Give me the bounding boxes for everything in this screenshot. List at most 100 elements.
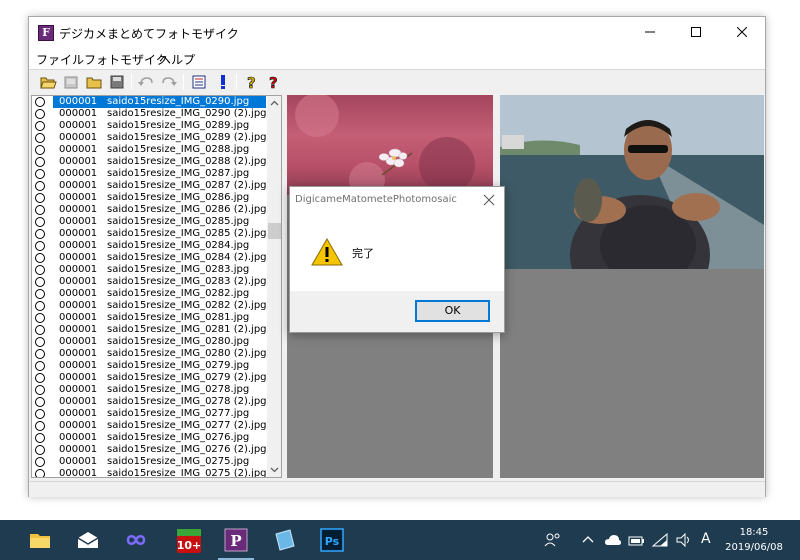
taskbar-infinity-app[interactable] [114, 520, 158, 560]
file-list-scrollbar[interactable] [267, 96, 281, 477]
cloud-icon[interactable] [604, 532, 622, 548]
file-list-item[interactable]: 000001 saido15resize_IMG_0288 (2).jpg [32, 156, 267, 168]
radio-circle-icon[interactable] [35, 265, 45, 275]
help-button[interactable]: ? [243, 73, 261, 91]
radio-circle-icon[interactable] [35, 397, 45, 407]
file-list-item[interactable]: 000001 saido15resize_IMG_0290.jpg [32, 96, 266, 108]
file-list-item[interactable]: 000001 saido15resize_IMG_0288.jpg [32, 144, 266, 156]
taskbar-photomosaic-app[interactable]: P [214, 520, 258, 560]
file-list-item[interactable]: 000001 saido15resize_IMG_0278.jpg [32, 384, 266, 396]
minimize-button[interactable] [627, 17, 673, 47]
radio-circle-icon[interactable] [35, 193, 45, 203]
radio-circle-icon[interactable] [35, 217, 45, 227]
radio-circle-icon[interactable] [35, 289, 45, 299]
taskbar-photoshop[interactable]: Ps [310, 520, 354, 560]
file-list-item[interactable]: 000001 saido15resize_IMG_0289 (2).jpg [32, 132, 267, 144]
radio-circle-icon[interactable] [35, 157, 45, 167]
clock[interactable]: 18:45 2019/06/08 [716, 525, 792, 555]
radio-circle-icon[interactable] [35, 361, 45, 371]
file-list-item[interactable]: 000001 saido15resize_IMG_0283.jpg [32, 264, 266, 276]
radio-circle-icon[interactable] [35, 229, 45, 239]
redo-button[interactable] [160, 73, 178, 91]
file-list-item[interactable]: 000001 saido15resize_IMG_0280 (2).jpg [32, 348, 267, 360]
file-list-item[interactable]: 000001 saido15resize_IMG_0275.jpg [32, 456, 266, 468]
radio-circle-icon[interactable] [35, 313, 45, 323]
file-list-item[interactable]: 000001 saido15resize_IMG_0276.jpg [32, 432, 266, 444]
file-list-item[interactable]: 000001 saido15resize_IMG_0277.jpg [32, 408, 266, 420]
file-list-item[interactable]: 000001 saido15resize_IMG_0284.jpg [32, 240, 266, 252]
radio-circle-icon[interactable] [35, 385, 45, 395]
file-list-item[interactable]: 000001 saido15resize_IMG_0285 (2).jpg [32, 228, 267, 240]
file-list-item[interactable]: 000001 saido15resize_IMG_0280.jpg [32, 336, 266, 348]
file-list-item[interactable]: 000001 saido15resize_IMG_0275 (2).jpg [32, 468, 267, 477]
radio-circle-icon[interactable] [35, 253, 45, 263]
title-bar[interactable]: F デジカメまとめてフォトモザイク [29, 17, 765, 47]
file-list-item[interactable]: 000001 saido15resize_IMG_0286 (2).jpg [32, 204, 267, 216]
maximize-button[interactable] [673, 17, 719, 47]
menu-help[interactable]: ヘルプ [159, 51, 195, 68]
help-context-button[interactable]: ? [265, 73, 283, 91]
radio-circle-icon[interactable] [35, 445, 45, 455]
wifi-icon[interactable] [651, 532, 669, 548]
radio-circle-icon[interactable] [35, 409, 45, 419]
chevron-up-icon[interactable] [582, 532, 594, 548]
radio-circle-icon[interactable] [35, 97, 45, 107]
file-list-item[interactable]: 000001 saido15resize_IMG_0289.jpg [32, 120, 266, 132]
radio-circle-icon[interactable] [35, 421, 45, 431]
file-list-item[interactable]: 000001 saido15resize_IMG_0282 (2).jpg [32, 300, 267, 312]
radio-circle-icon[interactable] [35, 181, 45, 191]
file-list-item[interactable]: 000001 saido15resize_IMG_0281.jpg [32, 312, 266, 324]
scrollbar-thumb[interactable] [268, 223, 281, 239]
exclamation-button[interactable] [214, 73, 232, 91]
battery-icon[interactable] [627, 532, 645, 548]
list-button[interactable] [190, 73, 208, 91]
radio-circle-icon[interactable] [35, 121, 45, 131]
radio-circle-icon[interactable] [35, 457, 45, 467]
radio-circle-icon[interactable] [35, 325, 45, 335]
dialog-close-icon[interactable] [483, 194, 495, 206]
close-button[interactable] [719, 17, 765, 47]
radio-circle-icon[interactable] [35, 145, 45, 155]
save-disk-button[interactable] [108, 73, 126, 91]
open-folder-button[interactable] [39, 73, 57, 91]
file-list-item[interactable]: 000001 saido15resize_IMG_0281 (2).jpg [32, 324, 267, 336]
radio-circle-icon[interactable] [35, 277, 45, 287]
file-list-item[interactable]: 000001 saido15resize_IMG_0276 (2).jpg [32, 444, 267, 456]
undo-button[interactable] [137, 73, 155, 91]
radio-circle-icon[interactable] [35, 109, 45, 119]
file-list[interactable]: 000001 saido15resize_IMG_0290.jpg 000001 sa… [31, 95, 282, 478]
file-list-item[interactable]: 000001 saido15resize_IMG_0287 (2).jpg [32, 180, 267, 192]
radio-circle-icon[interactable] [35, 205, 45, 215]
file-list-item[interactable]: 000001 saido15resize_IMG_0282.jpg [32, 288, 266, 300]
taskbar-mail[interactable] [66, 520, 110, 560]
file-list-item[interactable]: 000001 saido15resize_IMG_0285.jpg [32, 216, 266, 228]
save-image-button[interactable] [62, 73, 80, 91]
taskbar-calendar-app[interactable]: 10+ [166, 520, 210, 560]
ime-indicator[interactable]: A [701, 531, 711, 547]
radio-circle-icon[interactable] [35, 469, 45, 477]
file-list-item[interactable]: 000001 saido15resize_IMG_0290 (2).jpg [32, 108, 267, 120]
radio-circle-icon[interactable] [35, 373, 45, 383]
menu-file[interactable]: ファイル [36, 51, 84, 68]
file-list-item[interactable]: 000001 saido15resize_IMG_0287.jpg [32, 168, 266, 180]
radio-circle-icon[interactable] [35, 169, 45, 179]
menu-photomosaic[interactable]: フォトモザイク [84, 51, 168, 68]
people-icon[interactable] [544, 532, 562, 548]
radio-circle-icon[interactable] [35, 433, 45, 443]
ok-button[interactable]: OK [415, 300, 490, 322]
taskbar-file-explorer[interactable] [18, 520, 62, 560]
file-list-item[interactable]: 000001 saido15resize_IMG_0284 (2).jpg [32, 252, 267, 264]
radio-circle-icon[interactable] [35, 337, 45, 347]
file-list-item[interactable]: 000001 saido15resize_IMG_0283 (2).jpg [32, 276, 267, 288]
file-list-item[interactable]: 000001 saido15resize_IMG_0279 (2).jpg [32, 372, 267, 384]
radio-circle-icon[interactable] [35, 301, 45, 311]
radio-circle-icon[interactable] [35, 133, 45, 143]
radio-circle-icon[interactable] [35, 349, 45, 359]
radio-circle-icon[interactable] [35, 241, 45, 251]
volume-icon[interactable] [675, 532, 693, 548]
file-list-item[interactable]: 000001 saido15resize_IMG_0279.jpg [32, 360, 266, 372]
folder-button[interactable] [85, 73, 103, 91]
file-list-item[interactable]: 000001 saido15resize_IMG_0277 (2).jpg [32, 420, 267, 432]
taskbar-notes-app[interactable] [262, 520, 306, 560]
file-list-item[interactable]: 000001 saido15resize_IMG_0286.jpg [32, 192, 266, 204]
